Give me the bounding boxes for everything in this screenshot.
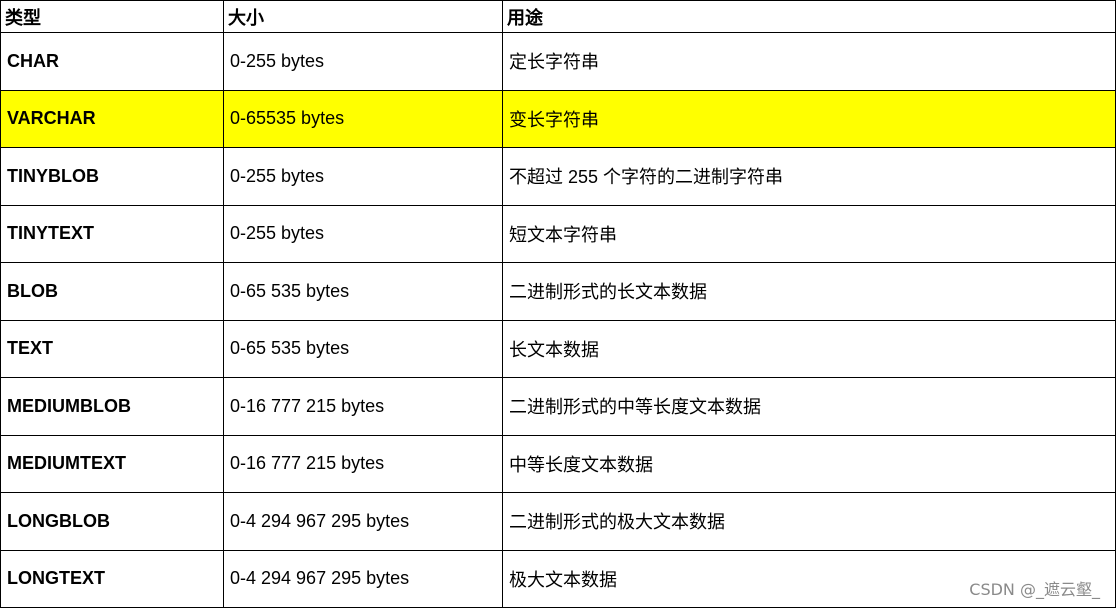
- usage-cell: 变长字符串: [502, 89, 1116, 148]
- size-cell: 0-65 535 bytes: [223, 262, 503, 321]
- table-row: LONGTEXT 0-4 294 967 295 bytes 极大文本数据: [0, 549, 1116, 608]
- usage-cell: 二进制形式的极大文本数据: [502, 492, 1116, 551]
- usage-cell: 二进制形式的长文本数据: [502, 262, 1116, 321]
- usage-cell: 长文本数据: [502, 319, 1116, 378]
- size-cell: 0-4 294 967 295 bytes: [223, 492, 503, 551]
- size-cell: 0-65535 bytes: [223, 89, 503, 148]
- header-type: 类型: [0, 0, 224, 33]
- size-cell: 0-4 294 967 295 bytes: [223, 549, 503, 608]
- table-row: TINYTEXT 0-255 bytes 短文本字符串: [0, 204, 1116, 263]
- type-cell: CHAR: [0, 32, 224, 91]
- table-row: TEXT 0-65 535 bytes 长文本数据: [0, 319, 1116, 378]
- size-cell: 0-16 777 215 bytes: [223, 377, 503, 436]
- usage-cell: 短文本字符串: [502, 204, 1116, 263]
- type-cell: TEXT: [0, 319, 224, 378]
- table-row: CHAR 0-255 bytes 定长字符串: [0, 32, 1116, 91]
- table-row: VARCHAR 0-65535 bytes 变长字符串: [0, 89, 1116, 148]
- table-row: MEDIUMTEXT 0-16 777 215 bytes 中等长度文本数据: [0, 434, 1116, 493]
- type-cell: VARCHAR: [0, 89, 224, 148]
- table-row: TINYBLOB 0-255 bytes 不超过 255 个字符的二进制字符串: [0, 147, 1116, 206]
- table-row: MEDIUMBLOB 0-16 777 215 bytes 二进制形式的中等长度…: [0, 377, 1116, 436]
- string-types-table: 类型 大小 用途 CHAR 0-255 bytes 定长字符串 VARCHAR …: [0, 0, 1116, 608]
- usage-cell: 不超过 255 个字符的二进制字符串: [502, 147, 1116, 206]
- size-cell: 0-255 bytes: [223, 32, 503, 91]
- type-cell: TINYTEXT: [0, 204, 224, 263]
- type-cell: MEDIUMBLOB: [0, 377, 224, 436]
- usage-cell: 中等长度文本数据: [502, 434, 1116, 493]
- table-row: BLOB 0-65 535 bytes 二进制形式的长文本数据: [0, 262, 1116, 321]
- type-cell: MEDIUMTEXT: [0, 434, 224, 493]
- type-cell: TINYBLOB: [0, 147, 224, 206]
- table-row: LONGBLOB 0-4 294 967 295 bytes 二进制形式的极大文…: [0, 492, 1116, 551]
- header-usage: 用途: [502, 0, 1116, 33]
- usage-cell: 定长字符串: [502, 32, 1116, 91]
- type-cell: LONGTEXT: [0, 549, 224, 608]
- table-header-row: 类型 大小 用途: [0, 0, 1116, 33]
- type-cell: LONGBLOB: [0, 492, 224, 551]
- size-cell: 0-255 bytes: [223, 147, 503, 206]
- header-size: 大小: [223, 0, 503, 33]
- size-cell: 0-65 535 bytes: [223, 319, 503, 378]
- type-cell: BLOB: [0, 262, 224, 321]
- size-cell: 0-16 777 215 bytes: [223, 434, 503, 493]
- usage-cell: 二进制形式的中等长度文本数据: [502, 377, 1116, 436]
- size-cell: 0-255 bytes: [223, 204, 503, 263]
- csdn-watermark: CSDN @_遮云壑_: [969, 580, 1100, 599]
